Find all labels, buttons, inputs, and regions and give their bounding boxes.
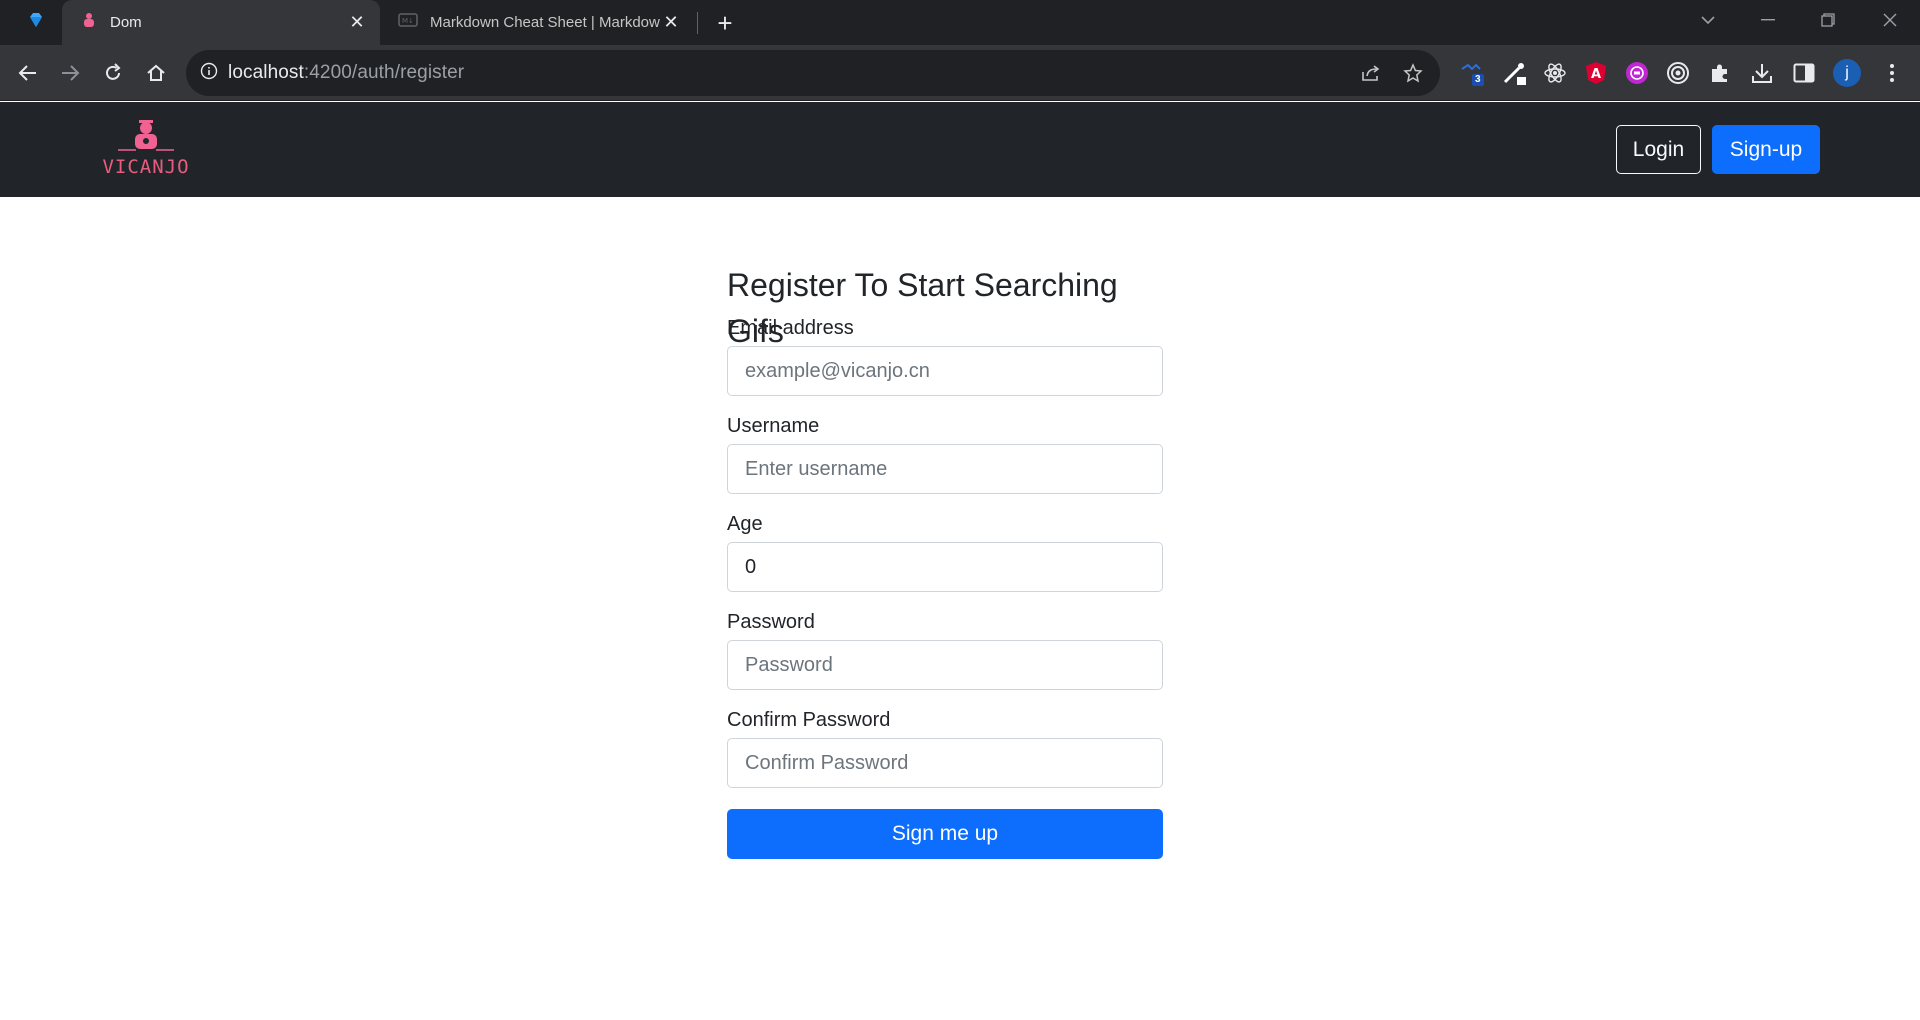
- tab-search-icon[interactable]: [1682, 0, 1734, 40]
- profile-initial: j: [1833, 59, 1861, 87]
- brand-logo[interactable]: VICANJO: [100, 118, 192, 182]
- react-devtools-icon[interactable]: [1541, 59, 1569, 87]
- tab-title: Dom: [110, 14, 142, 31]
- password-field[interactable]: [727, 640, 1163, 690]
- age-field[interactable]: [727, 542, 1163, 592]
- brand-name: VICANJO: [102, 156, 190, 178]
- svg-text:A: A: [1591, 67, 1601, 82]
- vicanjo-mascot-icon: [118, 120, 174, 151]
- vicanjo-favicon-icon: [80, 11, 98, 34]
- close-tab-icon[interactable]: ✕: [346, 12, 368, 34]
- share-icon[interactable]: [1360, 62, 1382, 84]
- extensions-puzzle-icon[interactable]: [1706, 59, 1734, 87]
- download-icon[interactable]: [1748, 59, 1776, 87]
- register-form: Register To Start Searching Gifs Email a…: [727, 262, 1163, 859]
- age-label: Age: [727, 513, 763, 535]
- profile-avatar[interactable]: j: [1833, 59, 1861, 87]
- login-button[interactable]: Login: [1616, 125, 1701, 174]
- tab-separator: [697, 12, 698, 34]
- url-text: localhost:4200/auth/register: [228, 62, 465, 83]
- confirm-password-field[interactable]: [727, 738, 1163, 788]
- browser-tabstrip: Dom ✕ M↓ Markdown Cheat Sheet | Markdown…: [0, 0, 1920, 45]
- restore-icon[interactable]: [1802, 0, 1854, 40]
- username-field[interactable]: [727, 444, 1163, 494]
- confirm-password-label: Confirm Password: [727, 709, 891, 731]
- gem-icon: [27, 11, 45, 34]
- forward-icon[interactable]: [52, 55, 88, 91]
- page-title: Register To Start Searching Gifs: [727, 267, 1118, 349]
- angular-devtools-icon[interactable]: A: [1582, 59, 1610, 87]
- address-bar[interactable]: localhost:4200/auth/register: [186, 50, 1440, 96]
- graphql-extension-icon[interactable]: [1623, 59, 1651, 87]
- sign-me-up-button[interactable]: Sign me up: [727, 809, 1163, 859]
- home-icon[interactable]: [138, 55, 174, 91]
- signup-button[interactable]: Sign-up: [1712, 125, 1820, 174]
- more-menu-icon[interactable]: [1878, 59, 1906, 87]
- email-label: Email address: [727, 317, 854, 339]
- markdown-favicon-icon: M↓: [398, 13, 418, 32]
- reload-icon[interactable]: [95, 55, 131, 91]
- username-label: Username: [727, 415, 820, 437]
- side-panel-icon[interactable]: [1790, 59, 1818, 87]
- email-field[interactable]: [727, 346, 1163, 396]
- new-tab-button[interactable]: +: [710, 8, 740, 38]
- extension-badge-count: 3: [1475, 74, 1481, 85]
- svg-text:M↓: M↓: [402, 17, 414, 25]
- tab-dom[interactable]: Dom ✕: [62, 0, 380, 45]
- site-info-icon[interactable]: [200, 62, 218, 85]
- color-picker-icon[interactable]: [1500, 59, 1528, 87]
- minimize-icon[interactable]: [1742, 0, 1794, 40]
- extension-badge-icon[interactable]: 3: [1458, 59, 1486, 87]
- browser-toolbar: localhost:4200/auth/register 3 A j: [0, 45, 1920, 101]
- back-icon[interactable]: [10, 55, 46, 91]
- close-tab-icon[interactable]: ✕: [660, 12, 682, 34]
- close-window-icon[interactable]: [1864, 0, 1916, 40]
- password-label: Password: [727, 611, 815, 633]
- tab-markdown-cheat-sheet[interactable]: M↓ Markdown Cheat Sheet | Markdown ✕: [384, 0, 694, 45]
- app-navbar: VICANJO Login Sign-up: [0, 102, 1920, 197]
- target-extension-icon[interactable]: [1664, 59, 1692, 87]
- tab-title: Markdown Cheat Sheet | Markdown: [430, 14, 660, 31]
- bookmark-star-icon[interactable]: [1402, 62, 1424, 84]
